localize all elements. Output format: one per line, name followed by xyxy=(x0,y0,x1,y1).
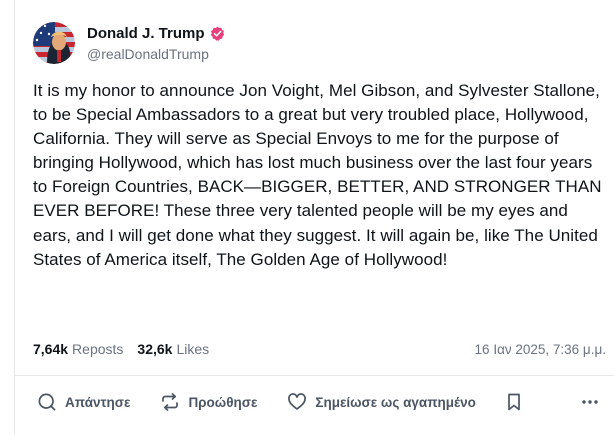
more-button[interactable] xyxy=(580,392,600,412)
avatar[interactable] xyxy=(33,22,75,64)
bookmark-icon xyxy=(508,393,520,411)
reply-button[interactable]: Απάντησε xyxy=(37,392,130,412)
post-stats: 7,64k Reposts 32,6k Likes 16 Ιαν 2025, 7:3… xyxy=(33,341,606,357)
post-timestamp[interactable]: 16 Ιαν 2025, 7:36 μ.μ. xyxy=(475,342,606,357)
retruth-label: Προώθησε xyxy=(188,394,258,410)
heart-icon xyxy=(288,393,307,410)
author-handle[interactable]: @realDonaldTrump xyxy=(87,46,225,62)
author-names: Donald J. Trump @realDonaldTrump xyxy=(87,24,225,62)
reposts-label: Reposts xyxy=(72,341,124,357)
reply-icon xyxy=(38,393,56,411)
retruth-icon xyxy=(162,393,179,411)
likes-label: Likes xyxy=(176,341,210,357)
avatar-image xyxy=(33,22,75,64)
post-header: Donald J. Trump @realDonaldTrump xyxy=(33,22,225,64)
author-display-name[interactable]: Donald J. Trump xyxy=(87,25,205,42)
post-text: It is my honor to announce Jon Voight, M… xyxy=(33,81,602,269)
post-card: Donald J. Trump @realDonaldTrump It is m… xyxy=(14,0,614,435)
reposts-stat[interactable]: 7,64k Reposts xyxy=(33,341,123,357)
retruth-button[interactable]: Προώθησε xyxy=(160,392,257,412)
likes-stat[interactable]: 32,6k Likes xyxy=(137,341,209,357)
bookmark-button[interactable] xyxy=(504,392,524,412)
likes-count: 32,6k xyxy=(137,341,173,357)
divider xyxy=(15,375,614,376)
action-bar: Απάντησε Προώθησε Σημείωσε ως αγαπημένο xyxy=(33,388,606,416)
like-label: Σημείωσε ως αγαπημένο xyxy=(315,394,476,410)
like-button[interactable]: Σημείωσε ως αγαπημένο xyxy=(287,392,476,412)
reply-label: Απάντησε xyxy=(65,394,131,410)
reposts-count: 7,64k xyxy=(33,341,69,357)
verified-badge-icon xyxy=(210,26,225,41)
more-dots-icon xyxy=(582,400,598,404)
